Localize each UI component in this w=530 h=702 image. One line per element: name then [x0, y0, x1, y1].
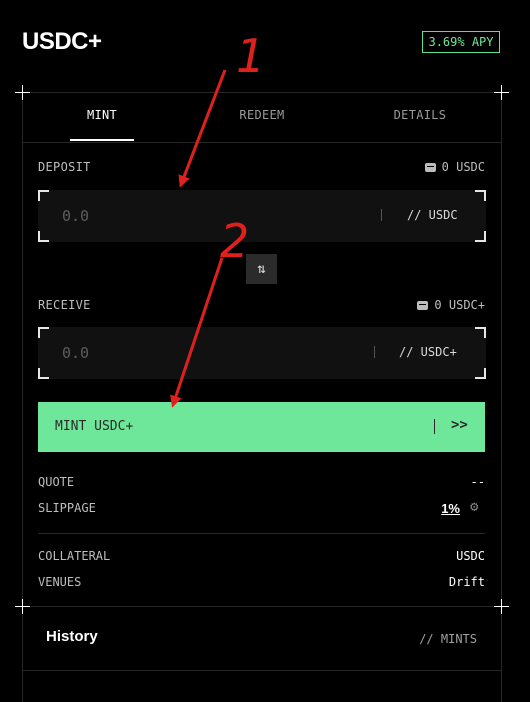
annotation-mark-1: 1: [236, 29, 265, 83]
annotation-arrow-1: [178, 69, 227, 188]
annotation-mark-2: 2: [220, 214, 249, 268]
annotation-arrow-2: [170, 257, 224, 408]
annotation-overlay: 1 2: [170, 29, 265, 408]
